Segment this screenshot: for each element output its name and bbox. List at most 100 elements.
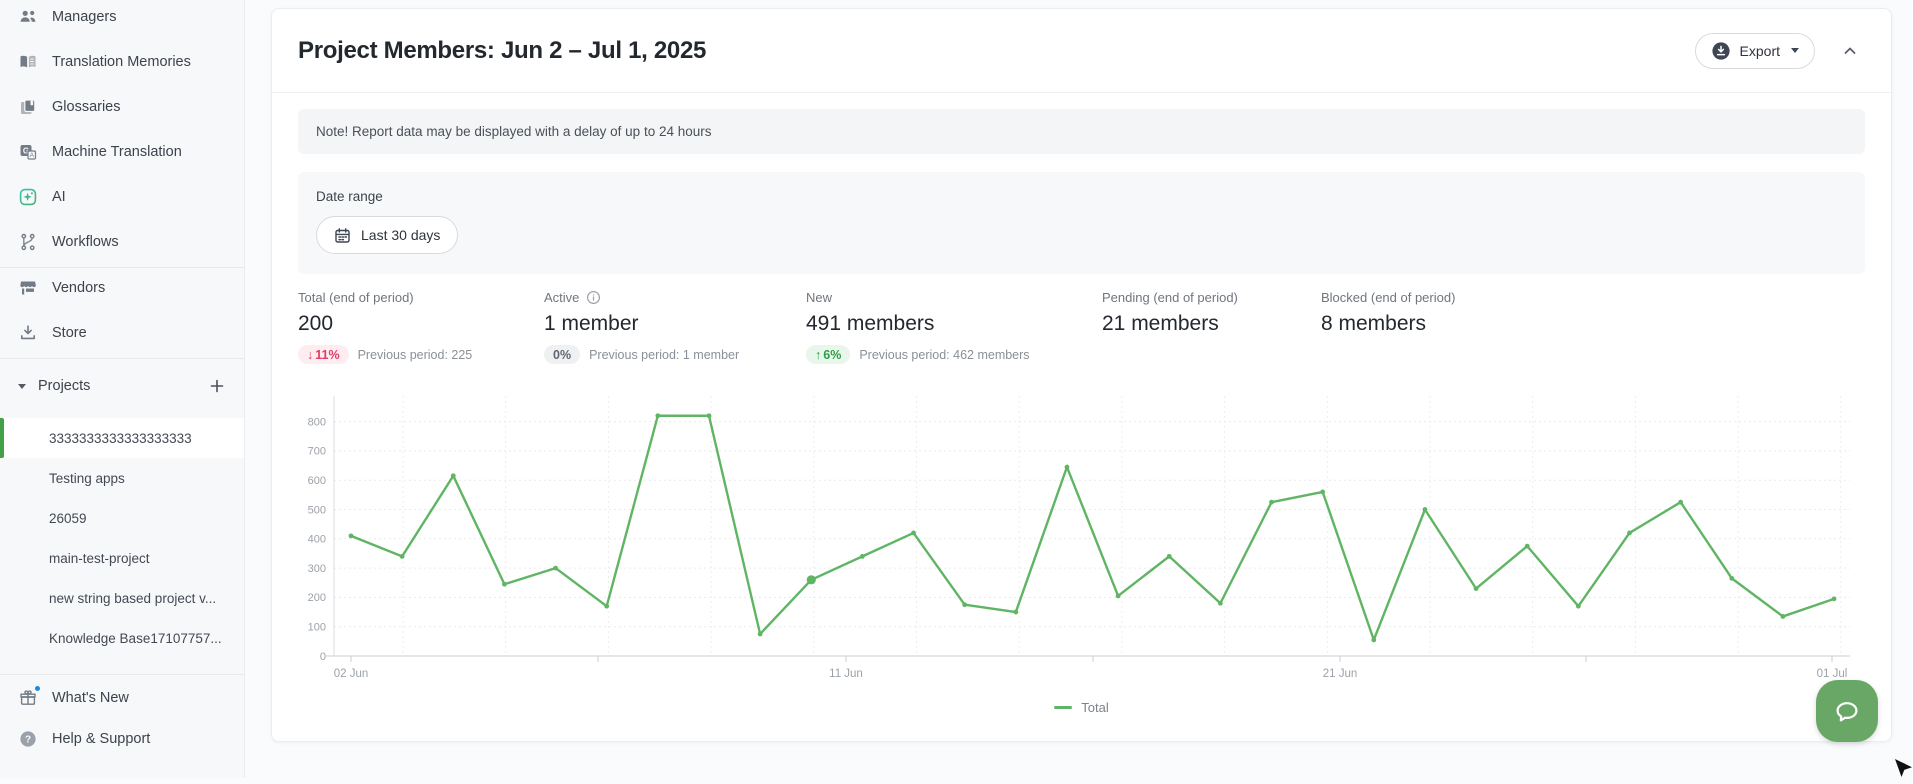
y-axis-tick-label: 800 — [308, 416, 326, 428]
data-point[interactable] — [860, 554, 865, 559]
stat-value: 8 members — [1321, 312, 1865, 336]
project-item-label: 3333333333333333333 — [49, 431, 192, 446]
data-point[interactable] — [1065, 465, 1070, 470]
project-item[interactable]: 26059 — [0, 498, 244, 538]
calendar-icon — [334, 227, 351, 244]
svg-text:A: A — [30, 152, 35, 159]
sidebar-item-label: Vendors — [52, 280, 105, 296]
sidebar-item-help-support[interactable]: ? Help & Support — [0, 718, 244, 759]
data-point[interactable] — [1832, 596, 1837, 601]
project-item[interactable]: new string based project v... — [0, 578, 244, 618]
sidebar-item-translation-memories[interactable]: Translation Memories — [0, 39, 244, 84]
data-point[interactable] — [502, 582, 507, 587]
legend-label: Total — [1081, 700, 1108, 715]
data-point[interactable] — [707, 413, 712, 418]
data-point[interactable] — [1423, 507, 1428, 512]
data-point[interactable] — [553, 566, 558, 571]
data-point[interactable] — [1525, 544, 1530, 549]
members-chart[interactable]: 010020030040050060070080002 Jun11 Jun21 … — [298, 390, 1863, 685]
info-icon[interactable] — [586, 290, 601, 305]
chat-bubble-icon — [1831, 695, 1863, 727]
stat-active: Active 1 member 0% Previous period: 1 me… — [544, 290, 806, 364]
project-item-selected[interactable]: 3333333333333333333 — [0, 418, 244, 458]
sidebar-projects-header[interactable]: Projects — [0, 363, 244, 409]
collapse-panel-button[interactable] — [1835, 36, 1865, 66]
date-range-label: Date range — [316, 189, 1847, 204]
trend-badge-neutral: 0% — [544, 345, 580, 364]
date-range-panel: Date range Last 30 days — [298, 172, 1865, 274]
data-point[interactable] — [962, 602, 967, 607]
data-point[interactable] — [1269, 500, 1274, 505]
sidebar-item-label: Managers — [52, 9, 116, 25]
stat-label: Pending (end of period) — [1102, 290, 1321, 305]
notification-dot — [34, 685, 41, 692]
support-chat-button[interactable] — [1816, 680, 1878, 742]
data-point[interactable] — [604, 604, 609, 609]
y-axis-tick-label: 700 — [308, 446, 326, 458]
data-point[interactable] — [1218, 601, 1223, 606]
sidebar-item-ai[interactable]: AI — [0, 174, 244, 219]
data-point[interactable] — [758, 632, 763, 637]
data-point[interactable] — [1167, 554, 1172, 559]
data-point[interactable] — [911, 531, 916, 536]
store-icon — [18, 323, 38, 343]
sidebar-item-whats-new[interactable]: What's New — [0, 677, 244, 718]
project-item[interactable]: main-test-project — [0, 538, 244, 578]
data-point[interactable] — [655, 413, 660, 418]
stat-value: 1 member — [544, 312, 806, 336]
project-item[interactable]: Testing apps — [0, 458, 244, 498]
sidebar: Managers Translation Memories Glossaries… — [0, 0, 245, 778]
stat-label: Active — [544, 290, 579, 305]
chevron-up-icon — [1842, 43, 1858, 59]
svg-text:?: ? — [25, 734, 31, 745]
data-point[interactable] — [1576, 604, 1581, 609]
data-point[interactable] — [349, 533, 354, 538]
sidebar-item-store[interactable]: Store — [0, 310, 244, 355]
legend-item-total[interactable]: Total — [298, 700, 1865, 715]
y-axis-tick-label: 100 — [308, 622, 326, 634]
y-axis-tick-label: 200 — [308, 592, 326, 604]
sidebar-item-machine-translation[interactable]: GA Machine Translation — [0, 129, 244, 174]
previous-period-text: Previous period: 462 members — [859, 348, 1029, 362]
data-point[interactable] — [1320, 490, 1325, 495]
date-range-button[interactable]: Last 30 days — [316, 216, 458, 254]
page-title: Project Members: Jun 2 – Jul 1, 2025 — [298, 37, 1695, 65]
sidebar-item-managers[interactable]: Managers — [0, 0, 244, 39]
sidebar-item-workflows[interactable]: Workflows — [0, 219, 244, 264]
previous-period-text: Previous period: 225 — [358, 348, 473, 362]
project-item-label: 26059 — [49, 511, 87, 526]
sidebar-item-glossaries[interactable]: Glossaries — [0, 84, 244, 129]
export-download-icon — [1711, 41, 1731, 61]
x-axis-tick-label: 11 Jun — [829, 668, 863, 680]
stat-value: 491 members — [806, 312, 1102, 336]
project-item[interactable]: Knowledge Base17107757... — [0, 618, 244, 658]
sidebar-item-label: AI — [52, 189, 66, 205]
data-point[interactable] — [1013, 610, 1018, 615]
vendors-icon — [18, 278, 38, 298]
data-point[interactable] — [1678, 500, 1683, 505]
data-point[interactable] — [400, 554, 405, 559]
stat-pending: Pending (end of period) 21 members — [1102, 290, 1321, 364]
data-point[interactable] — [1627, 531, 1632, 536]
sidebar-item-vendors[interactable]: Vendors — [0, 265, 244, 310]
sidebar-divider — [0, 358, 244, 359]
data-point[interactable] — [451, 473, 456, 478]
whats-new-icon — [18, 688, 38, 708]
data-point[interactable] — [1474, 586, 1479, 591]
data-point[interactable] — [1729, 576, 1734, 581]
caret-down-icon — [18, 384, 26, 389]
export-button[interactable]: Export — [1695, 33, 1815, 69]
sidebar-nav-secondary: Vendors Store — [0, 265, 244, 355]
translation-memories-icon — [18, 52, 38, 72]
data-point[interactable] — [1371, 637, 1376, 642]
ai-icon — [18, 187, 38, 207]
report-delay-note: Note! Report data may be displayed with … — [298, 109, 1865, 154]
sidebar-item-label: Translation Memories — [52, 54, 191, 70]
data-point[interactable] — [1781, 614, 1786, 619]
sidebar-nav: Managers Translation Memories Glossaries… — [0, 0, 244, 264]
data-point[interactable] — [807, 575, 816, 584]
add-project-button[interactable] — [206, 375, 228, 397]
projects-header-label: Projects — [38, 378, 194, 394]
trend-badge-up: 6% — [806, 345, 850, 364]
data-point[interactable] — [1116, 594, 1121, 599]
